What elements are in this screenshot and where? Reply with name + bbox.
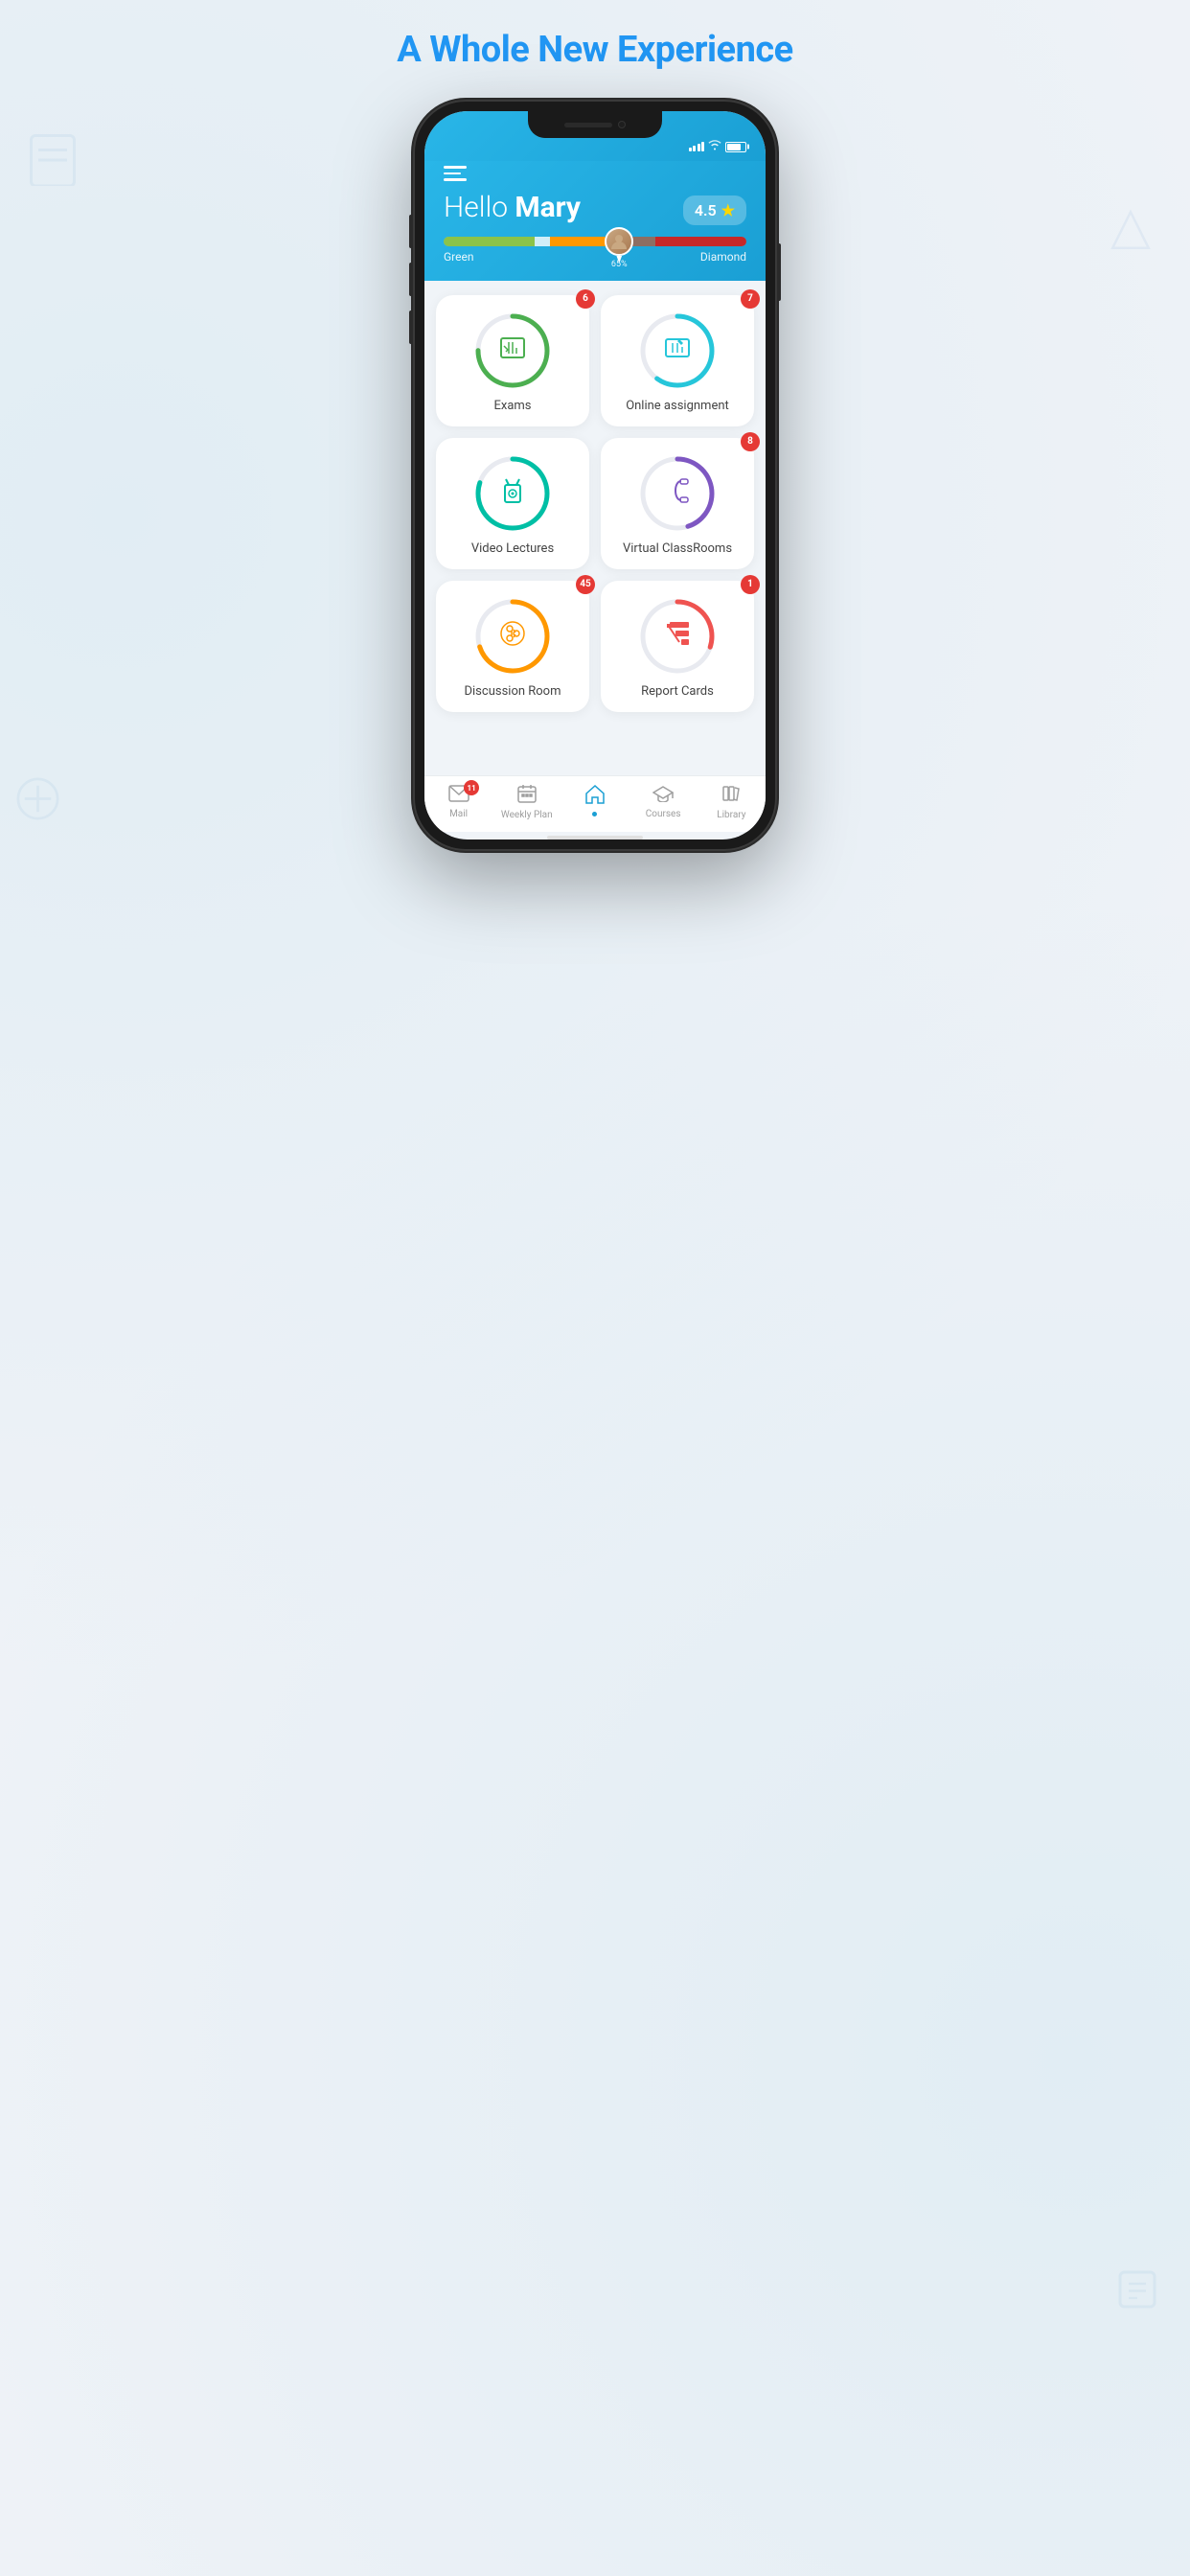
progress-section: 65% Green Diamond xyxy=(444,237,746,264)
badge-exams: 6 xyxy=(576,289,595,309)
heading-text: A Whole New xyxy=(397,29,617,71)
progress-percent: 65% xyxy=(611,260,628,269)
progress-label-right: Diamond xyxy=(700,250,746,264)
avatar xyxy=(605,227,633,256)
nav-icon-home xyxy=(584,784,606,810)
nav-label-courses: Courses xyxy=(646,809,681,819)
badge-online-assignment: 7 xyxy=(741,289,760,309)
hamburger-menu[interactable] xyxy=(444,166,467,181)
rating-value: 4.5 xyxy=(695,201,717,219)
battery-icon xyxy=(725,142,746,152)
card-icon-virtual-classrooms xyxy=(662,475,693,512)
card-label-report-cards: Report Cards xyxy=(641,684,714,699)
card-label-discussion-room: Discussion Room xyxy=(464,684,561,699)
card-label-exams: Exams xyxy=(493,399,531,413)
signal-bars xyxy=(689,142,705,151)
circle-exams xyxy=(474,312,551,389)
status-right xyxy=(689,140,747,153)
home-indicator xyxy=(547,836,643,840)
nav-label-library: Library xyxy=(717,810,745,820)
speaker xyxy=(564,123,612,127)
main-content: 6 Exams 7 xyxy=(424,281,766,776)
circle-online-assignment xyxy=(639,312,716,389)
app-header: Hello Mary 4.5 ★ xyxy=(424,161,766,281)
rating-badge: 4.5 ★ xyxy=(683,196,746,225)
card-exams[interactable]: 6 Exams xyxy=(436,295,589,426)
nav-icon-courses xyxy=(652,784,674,807)
card-discussion-room[interactable]: 45 Discussion Room xyxy=(436,581,589,712)
cards-grid: 6 Exams 7 xyxy=(436,295,754,712)
card-label-online-assignment: Online assignment xyxy=(626,399,729,413)
circle-report-cards xyxy=(639,598,716,675)
card-icon-video-lectures xyxy=(497,475,528,512)
card-icon-exams xyxy=(497,333,528,369)
card-label-virtual-classrooms: Virtual ClassRooms xyxy=(623,541,732,556)
phone-screen: Hello Mary 4.5 ★ xyxy=(424,111,766,840)
card-virtual-classrooms[interactable]: 8 Virtual ClassRooms xyxy=(601,438,754,569)
wifi-icon xyxy=(708,140,721,153)
greeting-text: Hello Mary xyxy=(444,191,581,224)
badge-report-cards: 1 xyxy=(741,575,760,594)
star-icon: ★ xyxy=(721,201,735,219)
user-name: Mary xyxy=(515,191,581,224)
progress-segments xyxy=(444,237,746,246)
nav-item-courses[interactable]: Courses xyxy=(637,784,690,820)
progress-labels: Green Diamond xyxy=(444,250,746,264)
nav-dot xyxy=(592,812,597,816)
card-icon-report-cards xyxy=(662,618,693,655)
greeting-prefix: Hello xyxy=(444,191,515,224)
card-icon-online-assignment xyxy=(662,333,693,369)
heading-highlight: Experience xyxy=(617,29,793,71)
circle-video-lectures xyxy=(474,455,551,532)
greeting: Hello Mary xyxy=(444,191,581,224)
card-online-assignment[interactable]: 7 Online assignment xyxy=(601,295,754,426)
camera xyxy=(618,121,626,128)
nav-icon-library xyxy=(721,784,741,808)
header-content: Hello Mary 4.5 ★ xyxy=(444,191,746,225)
nav-badge-mail: 11 xyxy=(464,780,479,795)
nav-icon-weekly-plan xyxy=(517,784,537,808)
card-icon-discussion-room xyxy=(497,618,528,655)
circle-virtual-classrooms xyxy=(639,455,716,532)
card-video-lectures[interactable]: Video Lectures xyxy=(436,438,589,569)
bottom-nav: 11 Mail Weekly Plan Courses Library xyxy=(424,775,766,832)
nav-label-weekly-plan: Weekly Plan xyxy=(501,810,553,820)
card-label-video-lectures: Video Lectures xyxy=(471,541,554,556)
badge-virtual-classrooms: 8 xyxy=(741,432,760,451)
circle-discussion-room xyxy=(474,598,551,675)
avatar-container: 65% xyxy=(605,227,633,264)
page-heading: A Whole New Experience xyxy=(397,29,792,71)
badge-discussion-room: 45 xyxy=(576,575,595,594)
progress-label-left: Green xyxy=(444,250,473,264)
nav-item-home[interactable] xyxy=(568,784,621,820)
card-report-cards[interactable]: 1 Report Cards xyxy=(601,581,754,712)
nav-label-mail: Mail xyxy=(449,809,468,819)
progress-bar xyxy=(444,237,746,246)
nav-item-weekly-plan[interactable]: Weekly Plan xyxy=(500,784,553,820)
phone-frame: Hello Mary 4.5 ★ xyxy=(413,100,777,851)
nav-item-mail[interactable]: 11 Mail xyxy=(432,784,485,820)
nav-item-library[interactable]: Library xyxy=(705,784,758,820)
phone-notch xyxy=(528,111,662,138)
